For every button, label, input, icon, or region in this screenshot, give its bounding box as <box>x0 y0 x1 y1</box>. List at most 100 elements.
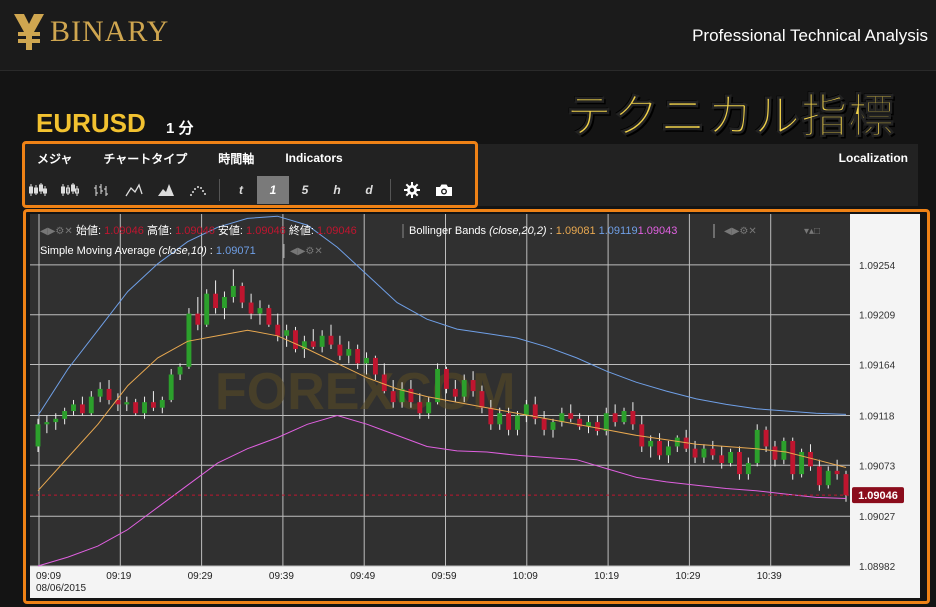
banner-title: テクニカル指標 <box>566 90 895 143</box>
candle-body <box>390 391 396 403</box>
candle-body <box>319 335 325 347</box>
ohlc-close-value: 1.09046 <box>317 225 357 237</box>
area-chart-icon <box>158 184 174 196</box>
instrument-period: 1 分 <box>166 120 194 137</box>
chart-area[interactable]: FOREXCOM 1.09254 1.09209 1.09164 1.09118 1.0… <box>30 214 920 598</box>
menu-indicators[interactable]: Indicators <box>285 151 342 165</box>
app-header: BINARY Professional Technical Analysis <box>0 0 936 71</box>
bb-legend-icons[interactable]: ◀▶⚙✕ <box>724 226 757 237</box>
chart-toolbar: メジャ チャートタイプ 時間軸 Indicators Localization … <box>22 144 918 206</box>
candle-body <box>381 374 387 392</box>
candle-body <box>834 470 840 475</box>
timeframe-tick-button[interactable]: t <box>225 176 257 204</box>
candle-body <box>150 402 156 408</box>
menu-time-axis[interactable]: 時間軸 <box>218 150 254 167</box>
time-tick-label: 10:39 <box>757 571 782 582</box>
menu-chart-type[interactable]: チャートタイプ <box>103 150 187 167</box>
candle-body <box>452 388 458 397</box>
candle-body <box>816 466 822 486</box>
price-chart[interactable]: FOREXCOM 1.09254 1.09209 1.09164 1.09118 1.0… <box>30 214 920 598</box>
ohlc-icon <box>94 184 108 196</box>
localization-menu[interactable]: Localization <box>839 151 908 165</box>
time-tick-label: 09:59 <box>432 571 457 582</box>
toolbar-separator <box>390 179 391 201</box>
candle-body <box>506 413 512 430</box>
candle-body <box>461 380 467 397</box>
candle-body <box>541 418 547 430</box>
ohlc-low-label: 安値: <box>218 223 243 237</box>
candle-body <box>612 413 618 423</box>
screenshot-button[interactable] <box>428 176 460 204</box>
area-chart-button[interactable] <box>150 176 182 204</box>
candlestick-chart-button[interactable] <box>22 176 54 204</box>
candle-body <box>648 440 654 447</box>
candle-body <box>408 388 414 403</box>
chart-window-controls[interactable]: ▾▴□ <box>804 226 820 237</box>
candle-body <box>497 413 503 425</box>
candle-body <box>284 330 290 336</box>
candle-body <box>470 380 476 392</box>
time-tick-label: 09:19 <box>106 571 131 582</box>
time-tick-label: 10:09 <box>513 571 538 582</box>
candle-body <box>568 413 574 419</box>
time-tick-label: 09:09 <box>36 571 61 582</box>
sma-legend-icons[interactable]: ◀▶⚙✕ <box>290 246 323 257</box>
candle-body <box>35 424 41 447</box>
candlestick-icon <box>29 183 47 196</box>
timeframe-1min-button[interactable]: 1 <box>257 176 289 204</box>
candle-body <box>248 302 254 314</box>
tagline: Professional Technical Analysis <box>692 26 928 45</box>
price-tick-label: 1.09073 <box>859 461 896 472</box>
bb-middle-value: 1.09081 <box>556 225 596 237</box>
candle-body <box>71 404 76 412</box>
dot-chart-button[interactable] <box>182 176 214 204</box>
candle-body <box>293 330 298 350</box>
candle-body <box>222 297 227 309</box>
candle-body <box>639 424 645 447</box>
candle-body <box>177 366 183 375</box>
yen-logo-icon <box>14 14 44 50</box>
time-tick-label: 10:19 <box>594 571 619 582</box>
legend-icons: ◀▶⚙✕ <box>40 226 73 237</box>
menu-measure[interactable]: メジャ <box>37 150 72 167</box>
price-tick-label: 1.09118 <box>859 411 895 422</box>
candle-body <box>435 368 441 403</box>
line-chart-button[interactable] <box>118 176 150 204</box>
candle-body <box>124 402 130 405</box>
settings-button[interactable] <box>396 176 428 204</box>
gear-icon <box>404 182 420 198</box>
ohlc-chart-button[interactable] <box>86 176 118 204</box>
time-tick-label: 10:29 <box>675 571 700 582</box>
logo-text: BINARY <box>50 15 170 48</box>
svg-text:始値: 1.09046 高値: 始値: 1.09046 高値: 1.09046 安値: 1.09046 終値: … <box>76 223 357 237</box>
candle-body <box>195 313 201 325</box>
timeframe-5min-button[interactable]: 5 <box>289 176 321 204</box>
candle-body <box>719 455 725 464</box>
candle-body <box>142 402 147 414</box>
candle-body <box>772 446 778 460</box>
ohlc-low-value: 1.09046 <box>246 225 286 237</box>
candle-body <box>737 451 742 475</box>
hollow-candle-icon <box>61 183 79 196</box>
hollow-candle-chart-button[interactable] <box>54 176 86 204</box>
candle-body <box>159 399 165 408</box>
candle-body <box>825 470 831 486</box>
candle-body <box>337 344 343 356</box>
candle-body <box>213 293 219 309</box>
price-tick-label: 1.09254 <box>859 261 896 272</box>
sma-params: (close,10) <box>158 245 207 257</box>
candle-body <box>763 429 769 447</box>
sma-label: Simple Moving Average <box>40 245 155 257</box>
candle-body <box>701 448 707 458</box>
time-tick-label: 09:39 <box>269 571 294 582</box>
timeframe-day-button[interactable]: d <box>353 176 385 204</box>
camera-icon <box>436 184 452 196</box>
chart-menubar: メジャ チャートタイプ 時間軸 Indicators <box>22 144 359 172</box>
candle-body <box>372 357 378 375</box>
svg-text:Simple Moving Average: Simple Moving Average (close,10) : 1.090… <box>40 245 256 257</box>
toolbar-separator <box>219 179 220 201</box>
timeframe-hour-button[interactable]: h <box>321 176 353 204</box>
candle-body <box>843 474 849 496</box>
candle-body <box>692 448 698 458</box>
logo[interactable]: BINARY <box>12 12 169 52</box>
